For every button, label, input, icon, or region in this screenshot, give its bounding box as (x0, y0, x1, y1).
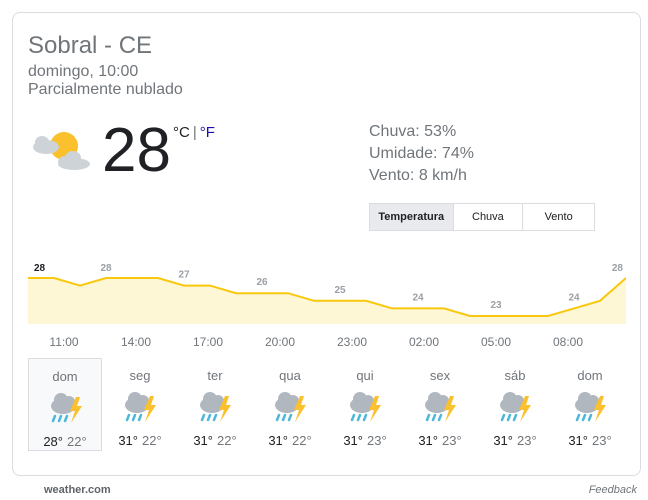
forecast-day[interactable]: seg 31° 22° (103, 358, 177, 451)
rain-stat: Chuva: 53% (369, 123, 457, 140)
high-temp: 31° (568, 433, 588, 448)
high-temp: 31° (118, 433, 138, 448)
high-temp: 31° (418, 433, 438, 448)
time-tick-label: 08:00 (552, 335, 584, 349)
chart-data-label: 28 (34, 263, 46, 274)
time-tick-label: 20:00 (264, 335, 296, 349)
day-name: ter (207, 368, 223, 383)
time-tick-label: 05:00 (480, 335, 512, 349)
thunderstorm-icon (420, 388, 460, 428)
chart-data-label: 24 (568, 292, 580, 303)
chart-data-label: 28 (612, 263, 624, 274)
thunderstorm-icon (195, 388, 235, 428)
day-temps: 31° 22° (178, 433, 252, 448)
day-name: qua (279, 368, 301, 383)
day-temps: 28° 22° (29, 434, 101, 449)
forecast-day[interactable]: sáb 31° 23° (478, 358, 552, 451)
thunderstorm-icon (270, 388, 310, 428)
partly-cloudy-icon (33, 132, 90, 170)
humidity-stat: Umidade: 74% (369, 145, 474, 162)
low-temp: 22° (142, 433, 162, 448)
time-tick-label: 17:00 (192, 335, 224, 349)
chart-data-label: 27 (178, 270, 190, 281)
day-temps: 31° 22° (253, 433, 327, 448)
tab-chuva[interactable]: Chuva (453, 204, 524, 230)
chart-data-label: 26 (256, 277, 268, 288)
thunderstorm-icon (570, 388, 610, 428)
low-temp: 22° (67, 434, 87, 449)
thunderstorm-icon (46, 389, 86, 429)
day-name: dom (577, 368, 603, 383)
high-temp: 31° (493, 433, 513, 448)
datetime: domingo, 10:00 (28, 63, 139, 80)
low-temp: 23° (592, 433, 612, 448)
forecast-day[interactable]: dom 31° 23° (553, 358, 627, 451)
high-temp: 31° (193, 433, 213, 448)
low-temp: 22° (292, 433, 312, 448)
day-name: sex (429, 368, 451, 383)
day-temps: 31° 22° (103, 433, 177, 448)
day-temps: 31° 23° (328, 433, 402, 448)
time-tick-label: 11:00 (49, 335, 79, 349)
low-temp: 23° (517, 433, 537, 448)
day-name: qui (356, 368, 374, 383)
forecast-day[interactable]: ter 31° 22° (178, 358, 252, 451)
thunderstorm-icon (120, 388, 160, 428)
low-temp: 23° (367, 433, 387, 448)
high-temp: 31° (268, 433, 288, 448)
day-temps: 31° 23° (553, 433, 627, 448)
forecast-day[interactable]: dom 28° 22° (28, 358, 102, 451)
chart-data-label: 28 (100, 263, 112, 274)
day-temps: 31° 23° (403, 433, 477, 448)
chart-data-label: 23 (490, 300, 502, 311)
thunderstorm-icon (495, 388, 535, 428)
tab-vento[interactable]: Vento (523, 204, 594, 230)
low-temp: 22° (217, 433, 237, 448)
time-axis: 11:00 14:00 17:00 20:00 23:00 02:00 05:00 08:00 (0, 335, 648, 349)
day-name: sáb (504, 368, 526, 383)
day-name: dom (52, 369, 78, 384)
daily-forecast: dom 28° 22° seg 31° 22° ter 31° 22° qua 31° 22° qui 3… (28, 358, 628, 452)
unit-celsius[interactable]: °C (173, 124, 190, 141)
feedback-link[interactable]: Feedback (589, 484, 637, 496)
chart-data-label: 25 (334, 285, 346, 296)
time-tick-label: 14:00 (120, 335, 152, 349)
thunderstorm-icon (345, 388, 385, 428)
condition: Parcialmente nublado (28, 81, 183, 98)
unit-separator: | (192, 124, 197, 141)
high-temp: 31° (343, 433, 363, 448)
day-temps: 31° 23° (478, 433, 552, 448)
forecast-day[interactable]: sex 31° 23° (403, 358, 477, 451)
wind-stat: Vento: 8 km/h (369, 167, 467, 184)
temperature-chart: 28 28 27 26 25 24 23 24 28 (28, 263, 626, 324)
unit-fahrenheit[interactable]: °F (200, 124, 215, 141)
location-title: Sobral - CE (28, 32, 153, 59)
tab-temperatura[interactable]: Temperatura (370, 204, 454, 230)
time-tick-label: 23:00 (336, 335, 368, 349)
forecast-day[interactable]: qua 31° 22° (253, 358, 327, 451)
forecast-day[interactable]: qui 31° 23° (328, 358, 402, 451)
time-tick-label: 02:00 (408, 335, 440, 349)
current-temperature: 28 (102, 116, 171, 185)
unit-switch: °C | °F (173, 124, 215, 141)
chart-tabs: Temperatura Chuva Vento (369, 203, 595, 231)
low-temp: 23° (442, 433, 462, 448)
chart-data-label: 24 (412, 292, 424, 303)
high-temp: 28° (43, 434, 63, 449)
source-link[interactable]: weather.com (44, 484, 111, 496)
day-name: seg (129, 368, 151, 383)
